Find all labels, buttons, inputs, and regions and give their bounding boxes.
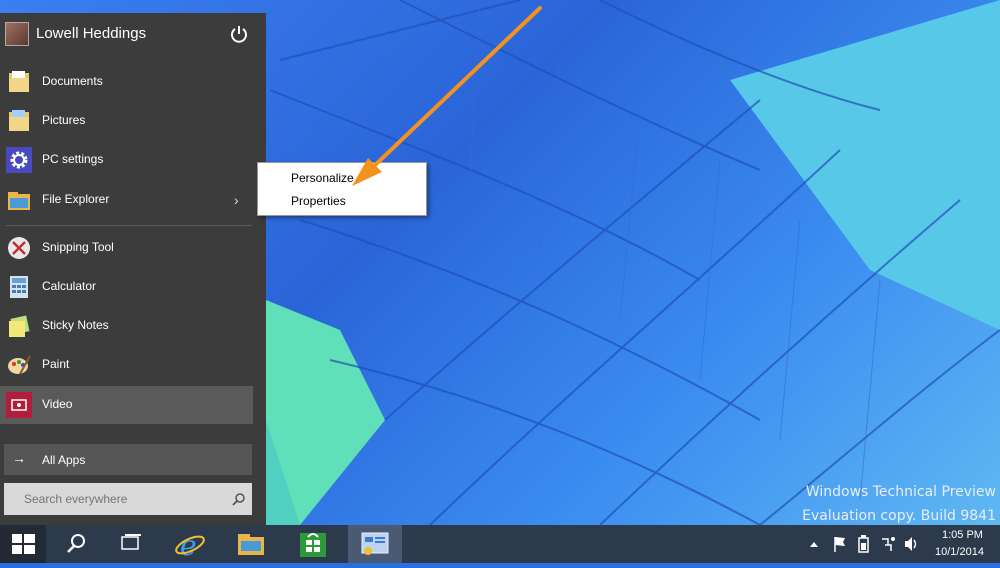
menu-item-label: Video [42,397,73,411]
paint-icon [8,355,31,375]
gear-icon [6,147,32,173]
menu-item-label: Paint [42,357,70,371]
internet-explorer-button[interactable]: e [165,525,215,563]
internet-explorer-icon: e [175,529,205,562]
search-box[interactable] [4,483,252,515]
folder-pictures-icon [9,110,29,131]
context-item-properties[interactable]: Properties [259,189,425,213]
file-explorer-icon [238,534,264,555]
pinned-pictures[interactable]: Pictures [0,102,253,140]
recent-calculator[interactable]: Calculator [0,268,253,306]
pinned-file-explorer[interactable]: File Explorer › [0,181,253,219]
svg-text:e: e [180,529,197,562]
power-icon[interactable] [856,525,872,563]
menu-item-label: Pictures [42,113,86,127]
task-view-icon [121,534,141,550]
store-button[interactable] [288,525,338,563]
search-icon[interactable] [232,492,246,506]
menu-item-label: Calculator [42,279,97,293]
recent-snipping-tool[interactable]: Snipping Tool [0,229,253,267]
context-menu: Personalize Properties [257,162,427,216]
control-panel-button[interactable] [348,525,402,563]
menu-item-label: Documents [42,74,103,88]
search-icon [67,534,85,553]
video-icon [6,392,32,418]
context-item-personalize[interactable]: Personalize [259,166,425,190]
context-item-label: Properties [291,194,346,208]
network-icon[interactable] [879,525,897,563]
store-icon [300,533,326,557]
arrow-right-icon: → [12,450,26,466]
file-explorer-icon [8,192,30,210]
file-explorer-button[interactable] [226,525,276,563]
show-hidden-icons-icon[interactable] [808,525,820,563]
menu-item-label: PC settings [42,152,104,166]
start-menu: Lowell Heddings Documents Pictures PC se… [0,13,266,525]
menu-item-label: Sticky Notes [42,318,109,332]
snipping-tool-icon [8,237,30,259]
menu-divider [6,225,252,226]
search-button[interactable] [50,525,100,563]
task-view-button[interactable] [105,525,155,563]
taskbar: e 1:05 PM 10/1/2014 [0,525,1000,563]
calculator-icon [10,276,28,298]
clock-time[interactable]: 1:05 PM [942,529,983,541]
recent-video[interactable]: Video [0,386,253,424]
avatar[interactable] [5,22,29,46]
menu-item-label: Snipping Tool [42,240,114,254]
menu-item-label: File Explorer [42,192,110,206]
search-input[interactable] [4,483,224,515]
chevron-right-icon[interactable]: › [234,192,239,208]
pinned-documents[interactable]: Documents [0,63,253,101]
start-button[interactable] [0,525,46,563]
pinned-pc-settings[interactable]: PC settings [0,141,253,179]
power-icon[interactable] [228,23,250,45]
flag-icon[interactable] [832,525,848,563]
all-apps-button[interactable]: → All Apps [4,444,252,475]
watermark-title: Windows Technical Preview [805,484,996,500]
volume-icon[interactable] [902,525,920,563]
folder-documents-icon [9,71,29,92]
clock-date[interactable]: 10/1/2014 [935,546,984,558]
windows-logo-icon [12,534,35,554]
recent-sticky-notes[interactable]: Sticky Notes [0,307,253,345]
sticky-notes-icon [9,315,30,337]
context-item-label: Personalize [291,171,354,185]
recent-paint[interactable]: Paint [0,346,253,384]
all-apps-label: All Apps [42,453,86,467]
watermark-build: Evaluation copy. Build 9841 [802,508,996,524]
user-name[interactable]: Lowell Heddings [36,25,146,42]
user-account-row[interactable]: Lowell Heddings [0,13,266,55]
control-panel-icon [361,532,389,555]
